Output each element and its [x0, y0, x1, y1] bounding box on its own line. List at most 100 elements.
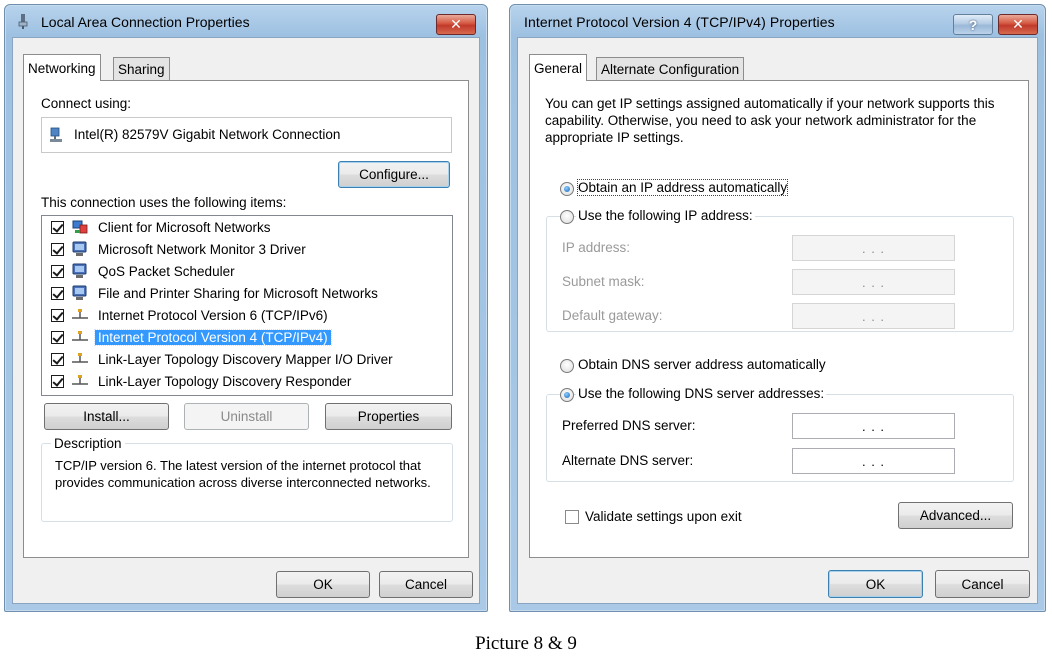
items-list[interactable]: Client for Microsoft Networks Microsoft … — [41, 215, 453, 396]
protocol-icon — [72, 375, 88, 385]
description-text: TCP/IP version 6. The latest version of … — [55, 458, 431, 490]
use-following-ip-label[interactable]: Use the following IP address: — [576, 208, 755, 223]
button-label: OK — [313, 577, 333, 592]
dialog-body: Networking Sharing Connect using: Intel(… — [12, 37, 480, 604]
button-label: Uninstall — [220, 409, 273, 424]
tab-label: Networking — [28, 60, 96, 76]
ip-dots: . . . — [861, 240, 886, 256]
advanced-button[interactable]: Advanced... — [898, 502, 1013, 529]
item-checkbox[interactable] — [51, 353, 64, 366]
validate-label[interactable]: Validate settings upon exit — [585, 509, 742, 524]
close-button[interactable]: ✕ — [436, 14, 476, 35]
item-label: Client for Microsoft Networks — [98, 220, 271, 235]
install-button[interactable]: Install... — [44, 403, 169, 430]
network-adapter-icon — [18, 14, 28, 29]
close-button[interactable]: ✕ — [998, 14, 1038, 35]
help-button[interactable]: ? — [953, 14, 993, 35]
title-bar[interactable]: Internet Protocol Version 4 (TCP/IPv4) P… — [510, 5, 1045, 37]
ip-dots: . . . — [861, 308, 886, 324]
item-label: File and Printer Sharing for Microsoft N… — [98, 286, 378, 301]
close-icon: ✕ — [1012, 16, 1024, 32]
ip-dots: . . . — [861, 453, 886, 469]
window-title: Internet Protocol Version 4 (TCP/IPv4) P… — [524, 14, 835, 30]
list-item[interactable]: Internet Protocol Version 6 (TCP/IPv6) — [42, 305, 452, 327]
use-following-dns-radio[interactable] — [560, 388, 574, 402]
protocol-icon — [72, 309, 88, 319]
list-item[interactable]: File and Printer Sharing for Microsoft N… — [42, 283, 452, 305]
network-client-icon — [72, 220, 88, 234]
properties-button[interactable]: Properties — [325, 403, 452, 430]
list-item[interactable]: Microsoft Network Monitor 3 Driver — [42, 239, 452, 261]
tab-label: Sharing — [118, 62, 165, 77]
item-checkbox[interactable] — [51, 287, 64, 300]
tab-label: Alternate Configuration — [601, 62, 740, 77]
tab-alternate-configuration[interactable]: Alternate Configuration — [596, 57, 745, 81]
item-label: Microsoft Network Monitor 3 Driver — [98, 242, 306, 257]
validate-checkbox[interactable] — [565, 510, 579, 524]
list-item[interactable]: Client for Microsoft Networks — [42, 217, 452, 239]
alternate-dns-label: Alternate DNS server: — [562, 453, 694, 468]
protocol-icon — [72, 331, 88, 341]
network-service-icon — [72, 241, 87, 256]
obtain-ip-auto-label[interactable]: Obtain an IP address automatically — [576, 179, 789, 196]
ip-dots: . . . — [861, 418, 886, 434]
subnet-mask-label: Subnet mask: — [562, 274, 645, 289]
button-label: Install... — [83, 409, 130, 424]
obtain-ip-auto-radio[interactable] — [560, 182, 574, 196]
alternate-dns-field[interactable]: . . . — [792, 448, 955, 474]
item-checkbox[interactable] — [51, 331, 64, 344]
tab-panel: Connect using: Intel(R) 82579V Gigabit N… — [23, 80, 469, 558]
tab-sharing[interactable]: Sharing — [113, 57, 170, 81]
description-heading: Description — [51, 436, 125, 451]
window-title: Local Area Connection Properties — [41, 14, 250, 30]
lan-properties-window: Local Area Connection Properties ✕ Netwo… — [4, 4, 488, 612]
obtain-dns-auto-label[interactable]: Obtain DNS server address automatically — [578, 357, 826, 372]
item-checkbox[interactable] — [51, 221, 64, 234]
connect-using-label: Connect using: — [41, 96, 132, 111]
preferred-dns-field[interactable]: . . . — [792, 413, 955, 439]
configure-button[interactable]: Configure... — [338, 161, 450, 188]
item-checkbox[interactable] — [51, 243, 64, 256]
ok-button[interactable]: OK — [276, 571, 370, 598]
dialog-body: General Alternate Configuration You can … — [517, 37, 1038, 604]
obtain-dns-auto-radio[interactable] — [560, 359, 574, 373]
subnet-mask-field[interactable]: . . . — [792, 269, 955, 295]
item-label: Link-Layer Topology Discovery Mapper I/O… — [98, 352, 393, 367]
protocol-icon — [72, 353, 88, 363]
button-label: Configure... — [359, 167, 429, 182]
items-label: This connection uses the following items… — [41, 195, 287, 210]
list-item[interactable]: QoS Packet Scheduler — [42, 261, 452, 283]
ipv4-properties-window: Internet Protocol Version 4 (TCP/IPv4) P… — [509, 4, 1046, 612]
ip-address-label: IP address: — [562, 240, 631, 255]
item-checkbox[interactable] — [51, 265, 64, 278]
close-icon: ✕ — [450, 16, 462, 32]
list-item-selected[interactable]: Internet Protocol Version 4 (TCP/IPv4) — [42, 327, 452, 349]
button-label: Cancel — [404, 577, 448, 592]
button-label: Advanced... — [919, 508, 992, 523]
use-following-ip-radio[interactable] — [560, 210, 574, 224]
figure-caption: Picture 8 & 9 — [475, 633, 577, 654]
item-checkbox[interactable] — [51, 309, 64, 322]
ip-dots: . . . — [861, 274, 886, 290]
cancel-button[interactable]: Cancel — [935, 570, 1030, 598]
tab-label: General — [534, 60, 583, 76]
item-label: QoS Packet Scheduler — [98, 264, 235, 279]
cancel-button[interactable]: Cancel — [379, 571, 473, 598]
ip-address-field[interactable]: . . . — [792, 235, 955, 261]
list-item[interactable]: Link-Layer Topology Discovery Responder — [42, 371, 452, 393]
help-icon: ? — [968, 16, 978, 33]
item-label: Internet Protocol Version 4 (TCP/IPv4) — [94, 329, 332, 346]
button-label: Properties — [357, 409, 420, 424]
adapter-name: Intel(R) 82579V Gigabit Network Connecti… — [74, 127, 341, 142]
title-bar[interactable]: Local Area Connection Properties ✕ — [5, 5, 487, 37]
item-checkbox[interactable] — [51, 375, 64, 388]
network-service-icon — [72, 285, 87, 300]
ok-button[interactable]: OK — [828, 570, 923, 598]
list-item[interactable]: Link-Layer Topology Discovery Mapper I/O… — [42, 349, 452, 371]
uninstall-button[interactable]: Uninstall — [184, 403, 309, 430]
tab-general[interactable]: General — [529, 54, 588, 81]
use-following-dns-label[interactable]: Use the following DNS server addresses: — [576, 386, 827, 401]
tab-networking[interactable]: Networking — [23, 54, 101, 81]
default-gateway-field[interactable]: . . . — [792, 303, 955, 329]
item-label: Link-Layer Topology Discovery Responder — [98, 374, 352, 389]
